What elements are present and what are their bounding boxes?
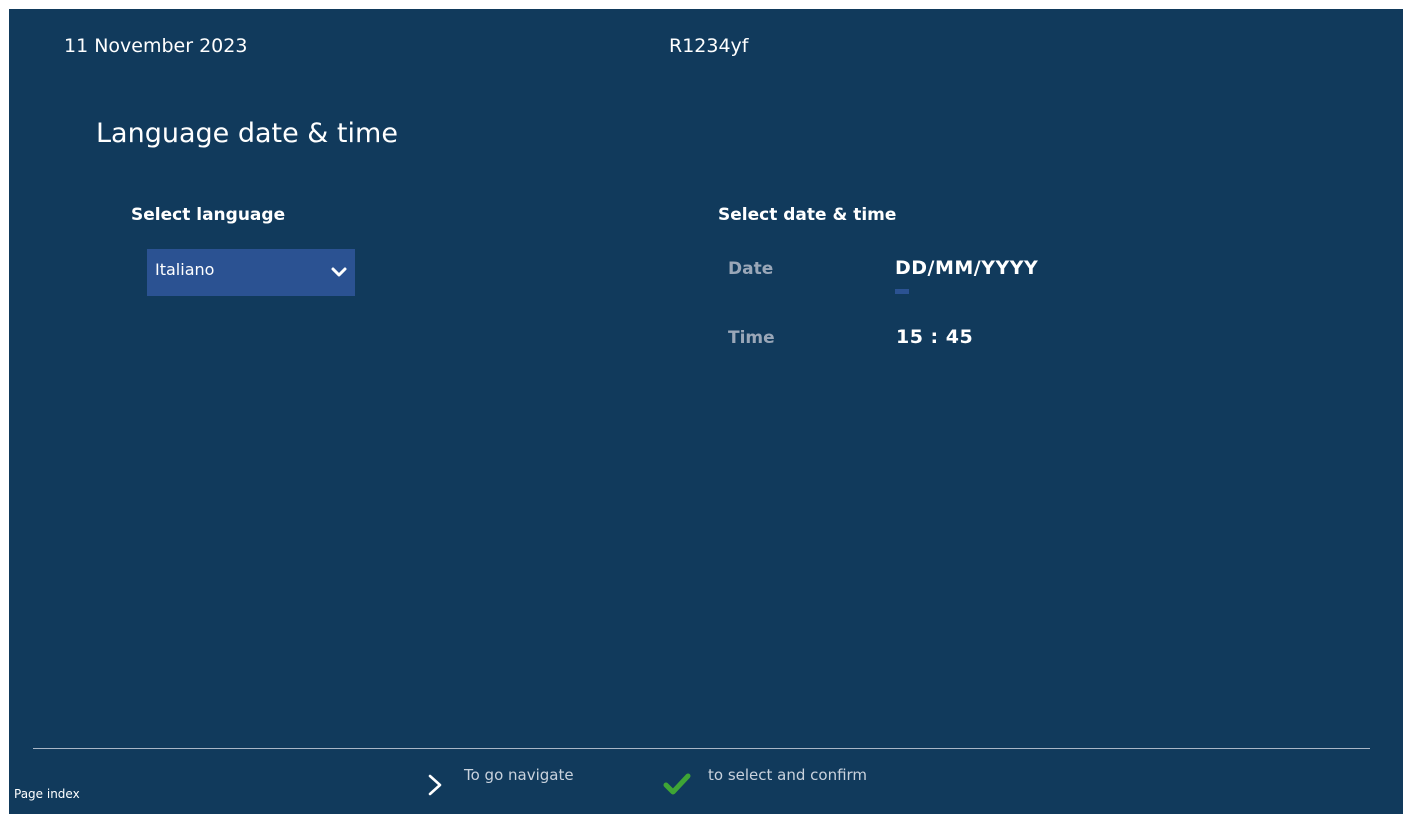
header-refrigerant: R1234yf [669, 35, 749, 57]
date-field[interactable]: DD/MM/YYYY [895, 257, 1038, 279]
date-label: Date [728, 259, 774, 279]
checkmark-icon [663, 773, 691, 795]
language-select-value: Italiano [155, 260, 215, 279]
chevron-right-icon [428, 774, 442, 796]
footer-confirm-hint: to select and confirm [708, 766, 868, 784]
footer-navigate-hint: To go navigate [464, 766, 574, 784]
page-index-link[interactable]: Page index [14, 787, 80, 801]
date-field-cursor [895, 289, 909, 294]
select-datetime-label: Select date & time [718, 205, 897, 225]
chevron-down-icon [331, 267, 347, 277]
app-screen: 11 November 2023 R1234yf Language date &… [9, 9, 1403, 814]
time-field[interactable]: 15 : 45 [896, 326, 973, 348]
select-language-label: Select language [131, 205, 286, 225]
page-title: Language date & time [96, 118, 398, 149]
language-select[interactable]: Italiano [147, 249, 355, 296]
time-label: Time [728, 328, 775, 348]
footer-divider [33, 748, 1370, 749]
top-clipped-strip [0, 0, 1403, 9]
header-date: 11 November 2023 [64, 35, 248, 57]
